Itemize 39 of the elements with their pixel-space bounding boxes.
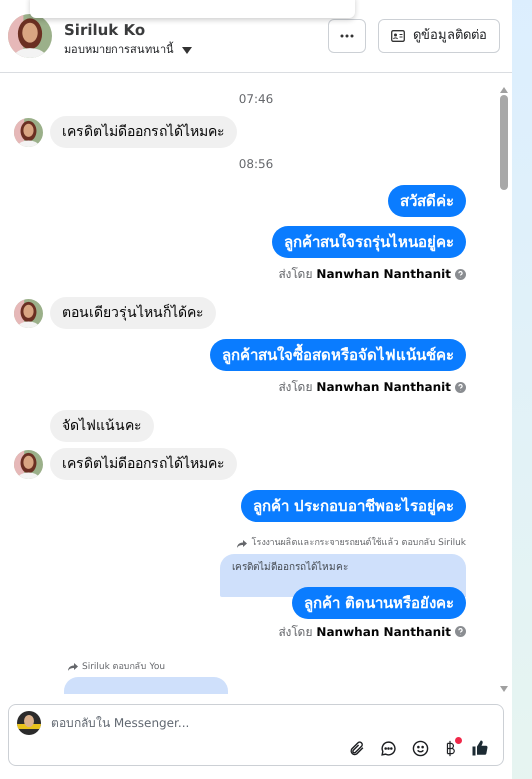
scroll-up-icon[interactable] [500,87,508,93]
more-icon [340,34,354,38]
reply-arrow-icon [68,663,78,672]
help-icon [455,268,466,280]
incoming-message: จัดไฟแน้นคะ [50,410,154,442]
caret-icon [182,46,192,54]
view-contact-button[interactable]: ดูข้อมูลติดต่อ [378,19,500,53]
timestamp: 08:56 [238,156,274,173]
sent-by-label: ส่งโดย Nanwhan Nanthanit [278,266,451,283]
sent-by-label: ส่งโดย Nanwhan Nanthanit [278,624,451,640]
incoming-message: ตอนเดียวรุ่นไหนก็ได้คะ [50,297,216,329]
avatar [17,711,41,735]
contact-name: Siriluk Ko [64,22,146,38]
scrollbar-thumb[interactable] [500,95,508,190]
help-icon [455,382,466,392]
reply-header: โรงงานผลิตและกระจายรถยนต์ใช้แล้ว ตอบกลับ Siriluk [251,537,466,550]
reply-header: Siriluk ตอบกลับ You [82,660,166,674]
avatar [8,14,52,58]
outgoing-message: ลูกค้าสนใจซื้อสดหรือจัดไฟแน้นช์คะ [210,339,466,371]
reply-input[interactable]: ตอบกลับใน Messenger... [51,714,495,732]
emoji-icon[interactable] [412,740,429,756]
reply-arrow-icon [237,540,248,548]
incoming-message: เครดิตไม่ดีออกรถได้ไหมคะ [50,116,237,148]
chat-bubble-icon[interactable] [380,740,397,756]
outgoing-message: ลูกค้า ประกอบอาชีพอะไรอยู่คะ [240,490,466,522]
outgoing-message: ลูกค้า ติดนานหรือยังคะ [292,586,466,618]
outgoing-message: ลูกค้าสนใจรถรุ่นไหนอยู่คะ [272,226,466,258]
thumbs-up-icon[interactable] [471,739,489,757]
outgoing-message: สวัสดีค่ะ [388,185,466,217]
incoming-message: เครดิตไม่ดีออกรถได้ไหมคะ [50,448,237,480]
scroll-down-icon[interactable] [500,686,508,692]
reply-field[interactable]: ตอบกลับใน Messenger... [8,704,504,766]
sent-by-label: ส่งโดย Nanwhan Nanthanit [278,379,451,396]
baht-icon[interactable] [444,740,456,756]
attachment-icon[interactable] [348,740,365,756]
help-icon [455,626,466,637]
assign-conversation-dropdown[interactable]: มอบหมายการสนทนานี้ [64,42,316,58]
timestamp: 07:46 [238,91,274,108]
contact-card-icon [391,30,405,42]
